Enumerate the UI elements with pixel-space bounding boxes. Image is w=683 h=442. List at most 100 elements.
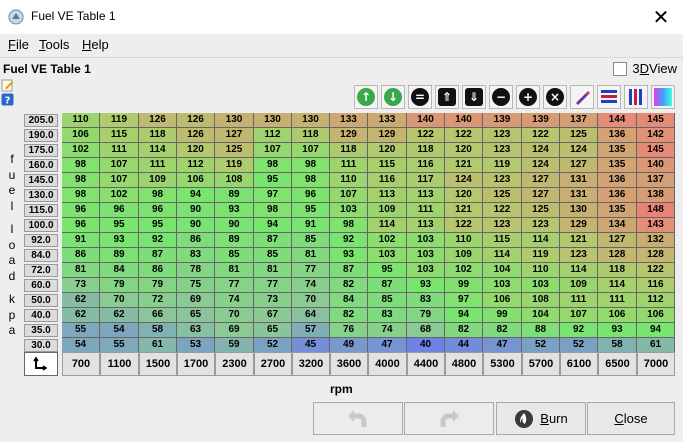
- table-cell[interactable]: 86: [62, 248, 100, 263]
- table-cell[interactable]: 104: [483, 263, 522, 278]
- view3d-checkbox-box[interactable]: [613, 61, 628, 76]
- table-cell[interactable]: 82: [330, 278, 368, 293]
- column-header[interactable]: 4000: [368, 352, 407, 376]
- table-cell[interactable]: 123: [560, 248, 598, 263]
- smooth-pen-icon[interactable]: [570, 85, 594, 109]
- table-cell[interactable]: 120: [445, 143, 483, 158]
- table-cell[interactable]: 82: [445, 323, 483, 338]
- table-cell[interactable]: 118: [330, 143, 368, 158]
- table-cell[interactable]: 119: [522, 248, 560, 263]
- table-cell[interactable]: 103: [407, 233, 445, 248]
- table-cell[interactable]: 40: [407, 338, 445, 353]
- table-cell[interactable]: 107: [100, 173, 139, 188]
- table-cell[interactable]: 124: [522, 158, 560, 173]
- table-cell[interactable]: 85: [215, 248, 254, 263]
- row-header[interactable]: 30.0: [24, 339, 58, 352]
- shift-down-icon[interactable]: ⇓: [462, 85, 486, 109]
- table-cell[interactable]: 108: [215, 173, 254, 188]
- table-cell[interactable]: 120: [177, 143, 215, 158]
- table-cell[interactable]: 98: [292, 158, 330, 173]
- table-cell[interactable]: 81: [62, 263, 100, 278]
- table-cell[interactable]: 95: [139, 218, 177, 233]
- table-cell[interactable]: 68: [407, 323, 445, 338]
- table-cell[interactable]: 120: [368, 143, 407, 158]
- table-cell[interactable]: 77: [254, 278, 292, 293]
- table-cell[interactable]: 87: [330, 263, 368, 278]
- table-cell[interactable]: 70: [292, 293, 330, 308]
- column-header[interactable]: 6500: [598, 352, 637, 376]
- table-cell[interactable]: 69: [215, 323, 254, 338]
- table-cell[interactable]: 95: [368, 263, 407, 278]
- table-cell[interactable]: 82: [483, 323, 522, 338]
- table-cell[interactable]: 75: [177, 278, 215, 293]
- column-header[interactable]: 1700: [177, 352, 215, 376]
- table-cell[interactable]: 114: [483, 248, 522, 263]
- table-cell[interactable]: 143: [637, 218, 675, 233]
- table-cell[interactable]: 145: [637, 113, 675, 128]
- table-cell[interactable]: 85: [254, 248, 292, 263]
- close-button[interactable]: Close: [587, 402, 675, 435]
- table-cell[interactable]: 98: [292, 173, 330, 188]
- table-cell[interactable]: 103: [407, 248, 445, 263]
- table-cell[interactable]: 106: [177, 173, 215, 188]
- table-cell[interactable]: 122: [407, 128, 445, 143]
- table-cell[interactable]: 102: [100, 188, 139, 203]
- table-cell[interactable]: 136: [598, 173, 637, 188]
- view3d-checkbox[interactable]: 3D View: [613, 61, 677, 76]
- row-header[interactable]: 92.0: [24, 234, 58, 247]
- table-cell[interactable]: 96: [292, 188, 330, 203]
- menu-file[interactable]: File: [8, 37, 29, 52]
- row-header[interactable]: 50.0: [24, 294, 58, 307]
- table-cell[interactable]: 137: [560, 113, 598, 128]
- column-header[interactable]: 4800: [445, 352, 483, 376]
- table-cell[interactable]: 109: [368, 203, 407, 218]
- redo-button[interactable]: [404, 402, 494, 435]
- table-cell[interactable]: 83: [368, 308, 407, 323]
- table-cell[interactable]: 112: [177, 158, 215, 173]
- table-cell[interactable]: 110: [62, 113, 100, 128]
- table-cell[interactable]: 130: [215, 113, 254, 128]
- edit-notes-icon[interactable]: [1, 79, 15, 92]
- table-cell[interactable]: 124: [445, 173, 483, 188]
- table-cell[interactable]: 125: [560, 128, 598, 143]
- table-cell[interactable]: 112: [254, 128, 292, 143]
- table-cell[interactable]: 79: [407, 308, 445, 323]
- horizontal-interpolate-icon[interactable]: [597, 85, 621, 109]
- row-header[interactable]: 145.0: [24, 174, 58, 187]
- column-header[interactable]: 1500: [139, 352, 177, 376]
- table-cell[interactable]: 86: [139, 263, 177, 278]
- table-cell[interactable]: 135: [598, 158, 637, 173]
- table-cell[interactable]: 125: [215, 143, 254, 158]
- increment-green-icon[interactable]: ↑: [354, 85, 378, 109]
- undo-button[interactable]: [313, 402, 403, 435]
- table-cell[interactable]: 62: [100, 308, 139, 323]
- table-cell[interactable]: 109: [560, 278, 598, 293]
- table-cell[interactable]: 122: [445, 128, 483, 143]
- table-cell[interactable]: 55: [100, 338, 139, 353]
- shift-up-icon[interactable]: ⇑: [435, 85, 459, 109]
- table-cell[interactable]: 107: [330, 188, 368, 203]
- table-cell[interactable]: 52: [560, 338, 598, 353]
- table-cell[interactable]: 140: [637, 158, 675, 173]
- table-cell[interactable]: 78: [177, 263, 215, 278]
- table-cell[interactable]: 98: [254, 158, 292, 173]
- table-cell[interactable]: 114: [368, 218, 407, 233]
- table-cell[interactable]: 106: [598, 308, 637, 323]
- table-cell[interactable]: 98: [139, 188, 177, 203]
- burn-button[interactable]: Burn: [496, 402, 586, 435]
- table-cell[interactable]: 128: [598, 248, 637, 263]
- row-header[interactable]: 35.0: [24, 324, 58, 337]
- column-header[interactable]: 1100: [100, 352, 139, 376]
- table-cell[interactable]: 87: [139, 248, 177, 263]
- table-cell[interactable]: 96: [100, 203, 139, 218]
- table-cell[interactable]: 90: [215, 218, 254, 233]
- table-cell[interactable]: 129: [330, 128, 368, 143]
- table-cell[interactable]: 123: [483, 143, 522, 158]
- table-cell[interactable]: 94: [254, 218, 292, 233]
- table-cell[interactable]: 137: [637, 173, 675, 188]
- column-header[interactable]: 4400: [407, 352, 445, 376]
- table-cell[interactable]: 57: [292, 323, 330, 338]
- table-cell[interactable]: 98: [254, 203, 292, 218]
- table-cell[interactable]: 93: [100, 233, 139, 248]
- table-cell[interactable]: 119: [100, 113, 139, 128]
